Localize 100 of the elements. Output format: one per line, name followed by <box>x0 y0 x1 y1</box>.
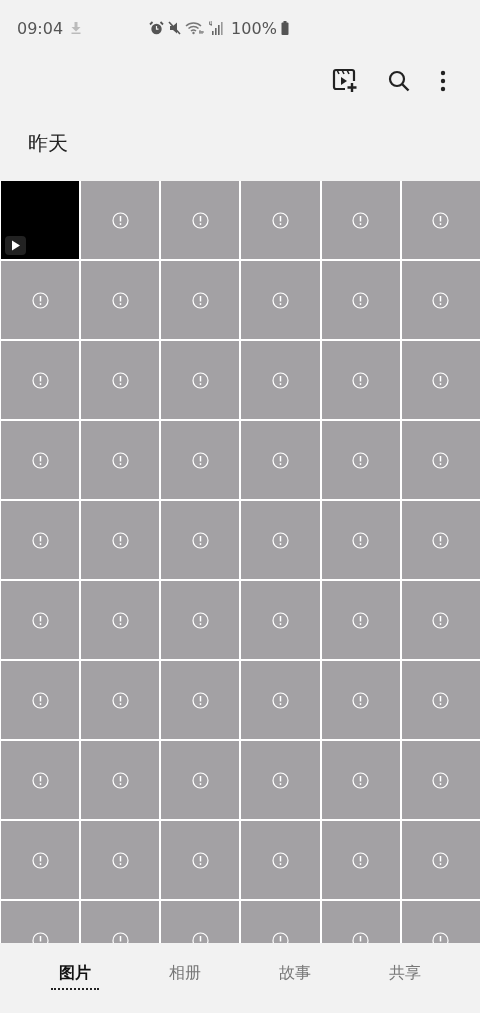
error-icon <box>31 771 49 789</box>
broken-image-thumbnail[interactable] <box>401 661 480 739</box>
error-icon <box>272 291 290 309</box>
broken-image-thumbnail[interactable] <box>81 421 160 499</box>
broken-image-thumbnail[interactable] <box>161 261 240 339</box>
wifi-icon <box>185 21 206 35</box>
mute-icon <box>168 21 182 35</box>
error-icon <box>432 531 450 549</box>
error-icon <box>272 211 290 229</box>
battery-percent: 100% <box>231 18 277 38</box>
broken-image-thumbnail[interactable] <box>401 501 480 579</box>
broken-image-thumbnail[interactable] <box>321 501 400 579</box>
broken-image-thumbnail[interactable] <box>241 581 320 659</box>
broken-image-thumbnail[interactable] <box>1 661 80 739</box>
broken-image-thumbnail[interactable] <box>401 421 480 499</box>
error-icon <box>111 931 129 943</box>
broken-image-thumbnail[interactable] <box>401 741 480 819</box>
broken-image-thumbnail[interactable] <box>1 421 80 499</box>
error-icon <box>191 851 209 869</box>
broken-image-thumbnail[interactable] <box>81 261 160 339</box>
broken-image-thumbnail[interactable] <box>321 261 400 339</box>
add-video-icon[interactable] <box>332 68 358 94</box>
nav-tab[interactable]: 图片 <box>51 958 99 990</box>
broken-image-thumbnail[interactable] <box>241 741 320 819</box>
broken-image-thumbnail[interactable] <box>321 821 400 899</box>
broken-image-thumbnail[interactable] <box>81 661 160 739</box>
error-icon <box>191 291 209 309</box>
signal-icon <box>209 21 226 35</box>
broken-image-thumbnail[interactable] <box>1 821 80 899</box>
broken-image-thumbnail[interactable] <box>81 741 160 819</box>
error-icon <box>352 211 370 229</box>
video-thumbnail[interactable] <box>1 181 80 259</box>
broken-image-thumbnail[interactable] <box>241 501 320 579</box>
broken-image-thumbnail[interactable] <box>161 181 240 259</box>
error-icon <box>432 291 450 309</box>
broken-image-thumbnail[interactable] <box>241 421 320 499</box>
broken-image-thumbnail[interactable] <box>161 821 240 899</box>
broken-image-thumbnail[interactable] <box>81 821 160 899</box>
error-icon <box>31 291 49 309</box>
error-icon <box>31 451 49 469</box>
broken-image-thumbnail[interactable] <box>161 581 240 659</box>
broken-image-thumbnail[interactable] <box>1 261 80 339</box>
broken-image-thumbnail[interactable] <box>401 821 480 899</box>
error-icon <box>352 531 370 549</box>
error-icon <box>191 771 209 789</box>
search-icon[interactable] <box>388 70 410 92</box>
broken-image-thumbnail[interactable] <box>161 661 240 739</box>
broken-image-thumbnail[interactable] <box>321 581 400 659</box>
broken-image-thumbnail[interactable] <box>1 741 80 819</box>
broken-image-thumbnail[interactable] <box>161 341 240 419</box>
broken-image-thumbnail[interactable] <box>401 581 480 659</box>
error-icon <box>191 531 209 549</box>
error-icon <box>432 611 450 629</box>
broken-image-thumbnail[interactable] <box>321 421 400 499</box>
broken-image-thumbnail[interactable] <box>321 661 400 739</box>
error-icon <box>191 211 209 229</box>
error-icon <box>111 291 129 309</box>
error-icon <box>352 931 370 943</box>
broken-image-thumbnail[interactable] <box>161 501 240 579</box>
broken-image-thumbnail[interactable] <box>81 501 160 579</box>
broken-image-thumbnail[interactable] <box>81 581 160 659</box>
broken-image-thumbnail[interactable] <box>1 581 80 659</box>
broken-image-thumbnail[interactable] <box>241 661 320 739</box>
broken-image-thumbnail[interactable] <box>321 741 400 819</box>
error-icon <box>272 611 290 629</box>
broken-image-thumbnail[interactable] <box>241 181 320 259</box>
broken-image-thumbnail[interactable] <box>241 821 320 899</box>
error-icon <box>111 691 129 709</box>
error-icon <box>111 851 129 869</box>
error-icon <box>352 611 370 629</box>
broken-image-thumbnail[interactable] <box>161 741 240 819</box>
error-icon <box>111 611 129 629</box>
error-icon <box>191 371 209 389</box>
error-icon <box>272 931 290 943</box>
error-icon <box>191 931 209 943</box>
broken-image-thumbnail[interactable] <box>1 341 80 419</box>
broken-image-thumbnail[interactable] <box>401 261 480 339</box>
broken-image-thumbnail[interactable] <box>81 341 160 419</box>
error-icon <box>272 691 290 709</box>
broken-image-thumbnail[interactable] <box>161 421 240 499</box>
error-icon <box>272 451 290 469</box>
error-icon <box>352 451 370 469</box>
nav-tab[interactable]: 故事 <box>271 958 319 990</box>
error-icon <box>31 691 49 709</box>
nav-tab[interactable]: 共享 <box>381 958 429 990</box>
broken-image-thumbnail[interactable] <box>1 501 80 579</box>
broken-image-thumbnail[interactable] <box>401 341 480 419</box>
broken-image-thumbnail[interactable] <box>81 181 160 259</box>
broken-image-thumbnail[interactable] <box>241 261 320 339</box>
error-icon <box>111 211 129 229</box>
nav-tab[interactable]: 相册 <box>161 958 209 990</box>
broken-image-thumbnail[interactable] <box>401 181 480 259</box>
broken-image-thumbnail[interactable] <box>321 181 400 259</box>
broken-image-thumbnail[interactable] <box>241 341 320 419</box>
error-icon <box>432 851 450 869</box>
error-icon <box>272 531 290 549</box>
battery-icon <box>280 21 289 35</box>
broken-image-thumbnail[interactable] <box>321 341 400 419</box>
more-options-icon[interactable] <box>440 70 446 92</box>
status-time: 09:04 <box>17 18 64 38</box>
